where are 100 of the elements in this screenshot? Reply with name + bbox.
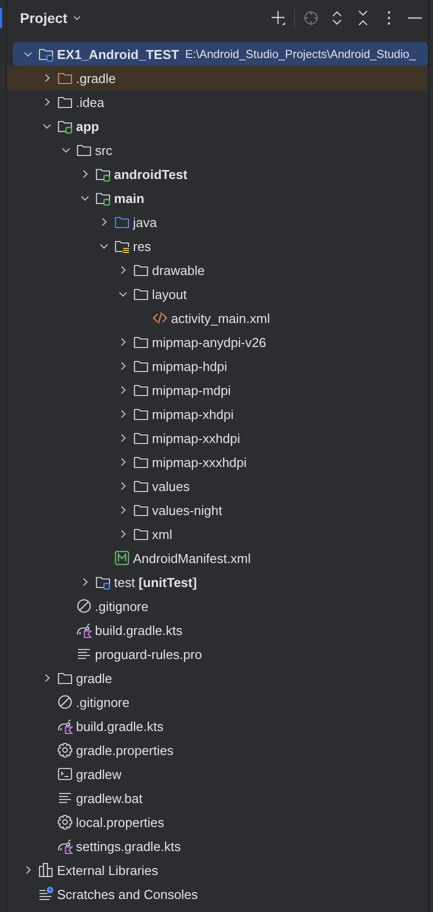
- tree-row[interactable]: mipmap-anydpi-v26: [7, 330, 428, 354]
- folder-icon: [57, 670, 73, 686]
- item-label: src: [95, 142, 112, 158]
- item-label: layout: [152, 286, 187, 302]
- tree-row[interactable]: mipmap-mdpi: [7, 378, 428, 402]
- tree-row[interactable]: gradlew.bat: [7, 786, 428, 810]
- folder-icon: [133, 478, 149, 494]
- tree-row[interactable]: mipmap-xxxhdpi: [7, 450, 428, 474]
- item-label: app: [76, 118, 100, 134]
- item-label: java: [133, 214, 157, 230]
- tree-row[interactable]: proguard-rules.pro: [7, 642, 428, 666]
- folder-icon: [114, 214, 130, 230]
- tree-row[interactable]: mipmap-xxhdpi: [7, 426, 428, 450]
- tree-row[interactable]: main: [7, 186, 428, 210]
- item-label: settings.gradle.kts: [76, 838, 181, 854]
- tree-row[interactable]: build.gradle.kts: [7, 714, 428, 738]
- item-label: gradlew: [76, 766, 122, 782]
- item-label: test [unitTest]: [114, 574, 197, 590]
- tree-row[interactable]: gradle.properties: [7, 738, 428, 762]
- item-label: activity_main.xml: [171, 310, 270, 326]
- item-label: main: [114, 190, 144, 206]
- tree-row[interactable]: values-night: [7, 498, 428, 522]
- tree-row[interactable]: activity_main.xml: [7, 306, 428, 330]
- folder-icon: [133, 262, 149, 278]
- folder-icon: [133, 358, 149, 374]
- item-label: values-night: [152, 502, 222, 518]
- tree-row[interactable]: .gitignore: [7, 690, 428, 714]
- item-label: drawable: [152, 262, 205, 278]
- item-label: .idea: [76, 94, 104, 110]
- tree-row[interactable]: res: [7, 234, 428, 258]
- tree-row[interactable]: External Libraries: [7, 858, 428, 882]
- tree-row[interactable]: Scratches and Consoles: [7, 882, 428, 906]
- tree-row[interactable]: xml: [7, 522, 428, 546]
- tree-row[interactable]: mipmap-xhdpi: [7, 402, 428, 426]
- module-folder-icon: [95, 190, 111, 206]
- text-file-icon: [57, 790, 73, 806]
- tree-row[interactable]: drawable: [7, 258, 428, 282]
- folder-icon: [133, 382, 149, 398]
- tree-row[interactable]: gradlew: [7, 762, 428, 786]
- item-label: AndroidManifest.xml: [133, 550, 251, 566]
- item-label: xml: [152, 526, 172, 542]
- tree-row[interactable]: local.properties: [7, 810, 428, 834]
- item-label: .gitignore: [76, 694, 130, 710]
- gear-icon: [57, 814, 73, 830]
- manifest-file-icon: [114, 550, 130, 566]
- elephant-icon: [57, 718, 73, 734]
- elephant-icon: [57, 838, 73, 854]
- item-label: proguard-rules.pro: [95, 646, 202, 662]
- item-label: values: [152, 478, 190, 494]
- item-label: gradlew.bat: [76, 790, 142, 806]
- scratches-icon: [38, 886, 54, 902]
- tree-row[interactable]: EX1_Android_TEST E:\Android_Studio_Projects\Android_Studio_: [13, 42, 428, 66]
- item-label: local.properties: [76, 814, 164, 830]
- tree-row[interactable]: AndroidManifest.xml: [7, 546, 428, 570]
- folder-icon: [57, 94, 73, 110]
- tree-row[interactable]: java: [7, 210, 428, 234]
- tree-row[interactable]: .gradle: [7, 66, 428, 90]
- tree-row[interactable]: .gitignore: [7, 594, 428, 618]
- text-file-icon: [76, 646, 92, 662]
- tree-row[interactable]: app: [7, 114, 428, 138]
- item-label: androidTest: [114, 166, 188, 182]
- item-label: mipmap-xxxhdpi: [152, 454, 247, 470]
- tree-row[interactable]: mipmap-hdpi: [7, 354, 428, 378]
- folder-icon: [57, 70, 73, 86]
- folder-icon: [133, 526, 149, 542]
- folder-icon: [133, 406, 149, 422]
- project-path: E:\Android_Studio_Projects\Android_Studio_: [185, 48, 416, 60]
- elephant-icon: [76, 622, 92, 638]
- tree-row[interactable]: build.gradle.kts: [7, 618, 428, 642]
- item-label: gradle.properties: [76, 742, 174, 758]
- folder-icon: [133, 502, 149, 518]
- gear-icon: [57, 742, 73, 758]
- item-label: mipmap-mdpi: [152, 382, 231, 398]
- locate-icon[interactable]: [301, 8, 321, 28]
- item-label: .gitignore: [95, 598, 148, 614]
- item-label: Scratches and Consoles: [57, 886, 198, 902]
- item-label: mipmap-xxhdpi: [152, 430, 240, 446]
- resource-folder-icon: [114, 238, 130, 254]
- tree-row[interactable]: values: [7, 474, 428, 498]
- tree-row[interactable]: layout: [7, 282, 428, 306]
- tree-row[interactable]: test [unitTest]: [7, 570, 428, 594]
- tree-row[interactable]: gradle: [7, 666, 428, 690]
- item-label: .gradle: [76, 70, 116, 86]
- item-label: mipmap-xhdpi: [152, 406, 234, 422]
- folder-icon: [133, 430, 149, 446]
- item-label: gradle: [76, 670, 112, 686]
- tree-row[interactable]: src: [7, 138, 428, 162]
- tree-row[interactable]: settings.gradle.kts: [7, 834, 428, 858]
- tree-row[interactable]: .idea: [7, 90, 428, 114]
- item-label: build.gradle.kts: [95, 622, 182, 638]
- module-folder-icon: [95, 574, 111, 590]
- tree-row[interactable]: androidTest: [7, 162, 428, 186]
- module-folder-icon: [95, 166, 111, 182]
- module-folder-icon: [38, 46, 54, 62]
- terminal-icon: [57, 766, 73, 782]
- ignore-file-icon: [76, 598, 92, 614]
- code-file-icon: [152, 310, 168, 326]
- item-label: res: [133, 238, 152, 254]
- project-view-dropdown[interactable]: Project: [20, 10, 84, 26]
- folder-icon: [133, 454, 149, 470]
